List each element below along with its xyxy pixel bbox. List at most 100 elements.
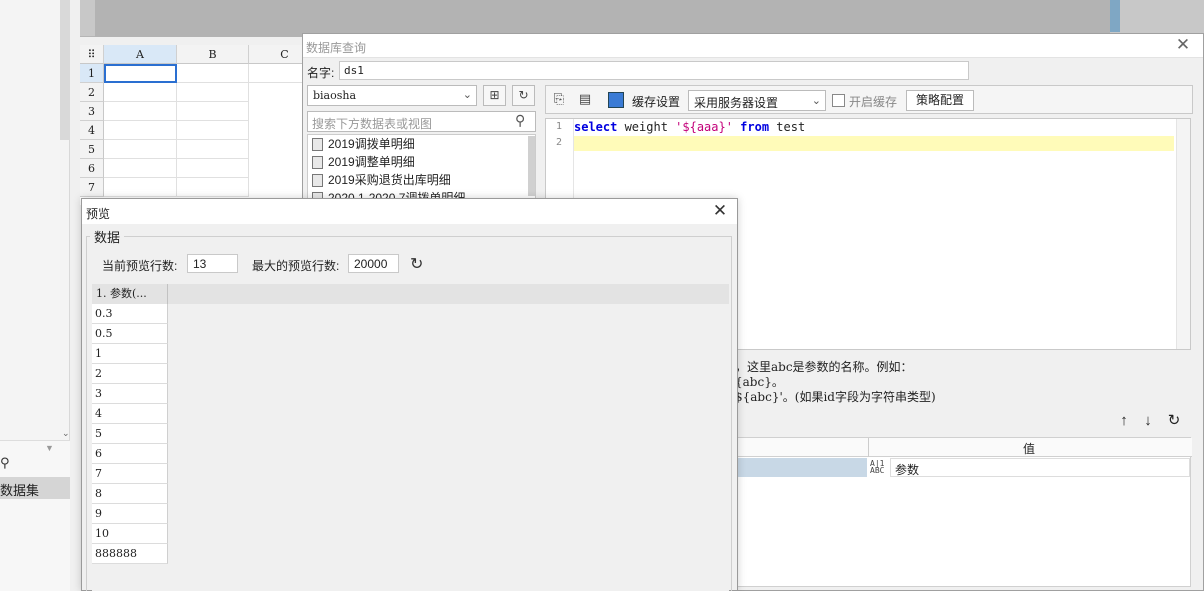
row-header[interactable]: 4 [80,121,104,140]
table-name: 2019调拨单明细 [328,137,415,151]
table-browser: biaosha ⌄ ⊞ ↻ 搜索下方数据表或视图 ⚲ 2019调拨单明细 201… [307,85,539,205]
value-column-header: 值 [1022,442,1035,456]
cell[interactable] [177,159,249,178]
row-header[interactable]: 1 [80,64,104,83]
list-item[interactable]: 2019采购退货出库明细 [308,171,528,189]
editor-scrollbar[interactable] [1176,119,1190,349]
grid-header-band [92,284,729,304]
close-icon[interactable]: ✕ [710,201,730,221]
parameter-table: 值 A|1 ABC 参数 [735,437,1192,587]
arrow-up-icon[interactable]: ↑ [1115,412,1133,430]
row-header[interactable]: 7 [80,178,104,197]
refresh-icon[interactable]: ↻ [1165,412,1183,430]
table-list: 2019调拨单明细 2019调整单明细 2019采购退货出库明细 2020.1-… [307,134,536,204]
current-rows-label: 当前预览行数: [102,259,178,273]
row-header[interactable]: 2 [80,83,104,102]
triangle-down-icon[interactable]: ▼ [45,443,54,453]
table-row[interactable]: 5 [92,424,168,444]
table-name: 2019采购退货出库明细 [328,173,451,187]
parameter-name-cell[interactable] [736,458,867,477]
max-rows-label: 最大的预览行数: [252,259,340,273]
enable-cache-label: 开启缓存 [849,95,898,109]
cell[interactable] [177,64,249,83]
table-row[interactable]: 3 [92,384,168,404]
col-header-b[interactable]: B [177,45,249,64]
search-icon[interactable]: ⚲ [0,455,10,471]
table-row[interactable]: 6 [92,444,168,464]
parameter-value-field[interactable]: 参数 [890,458,1190,477]
table-row[interactable]: 0.3 [92,304,168,324]
connection-value: biaosha [313,89,357,102]
max-rows-input[interactable]: 20000 [348,254,399,273]
preview-dialog: 预览 ✕ 数据 当前预览行数: 13 最大的预览行数: 20000 ↻ 1. 参… [81,198,738,591]
table-row[interactable]: 4 [92,404,168,424]
list-item[interactable]: 2019调整单明细 [308,153,528,171]
table-name: 2019调整单明细 [328,155,415,169]
arrow-down-icon[interactable]: ↓ [1139,412,1157,430]
line-number: 2 [555,137,562,148]
table-row[interactable]: 9 [92,504,168,524]
string-type-icon[interactable]: A|1 ABC [870,460,890,475]
list-item[interactable]: 2019调拨单明细 [308,135,528,153]
hint-line: ，这里abc是参数的名称。例如： [735,360,913,374]
search-document-icon[interactable]: ⎘ [550,90,568,108]
cell[interactable] [177,83,249,102]
cell[interactable] [177,178,249,197]
sql-keyword: select [574,120,618,134]
table-row[interactable]: 10 [92,524,168,544]
cell[interactable] [104,102,177,121]
table-row[interactable]: 2 [92,364,168,384]
table-row[interactable]: 8 [92,484,168,504]
refresh-icon[interactable]: ↻ [410,254,423,274]
col-header-a[interactable]: A [104,45,177,64]
sql-parameter: '${aaa}' [675,120,733,134]
table-row[interactable]: 7 [92,464,168,484]
table-row[interactable]: 1 [92,344,168,364]
table-icon [312,174,323,187]
spreadsheet: ⠿ A B C 1 2 3 4 5 6 7 [80,45,321,205]
cell[interactable] [177,140,249,159]
parameter-hint: ，这里abc是参数的名称。例如： {abc}。 ${abc}'。(如果id字段为… [735,360,936,405]
line-number: 1 [555,121,562,132]
cell[interactable] [104,178,177,197]
dataset-label: 数据集 [0,483,40,498]
table-row[interactable]: 888888 [92,544,168,564]
cell-a1-selected[interactable] [104,64,177,83]
cache-settings-icon[interactable] [608,92,624,108]
table-row[interactable]: 0.5 [92,324,168,344]
refresh-icon[interactable]: ↻ [512,85,535,106]
preview-table-icon[interactable]: ⊞ [483,85,506,106]
sql-line[interactable]: select weight '${aaa}' from test [574,120,805,134]
column-header[interactable]: 1. 参数(... [92,284,168,304]
row-header[interactable]: 6 [80,159,104,178]
canvas-inner [95,0,1110,37]
table-icon [312,156,323,169]
left-scrollbar[interactable] [60,0,70,140]
cell[interactable] [104,83,177,102]
cell[interactable] [177,121,249,140]
name-input[interactable]: ds1 [339,61,969,80]
save-icon[interactable]: ▤ [576,90,594,108]
dataset-item[interactable]: 数据集 [0,477,70,499]
preview-grid: 1. 参数(... 0.3 0.5 1 2 3 4 5 6 7 8 9 10 8… [92,284,729,591]
server-setting-select[interactable]: 采用服务器设置 ⌄ [688,90,826,111]
cell[interactable] [104,121,177,140]
close-icon[interactable]: ✕ [1173,35,1193,55]
strategy-config-button[interactable]: 策略配置 [906,90,974,111]
cell[interactable] [104,159,177,178]
connection-select[interactable]: biaosha ⌄ [307,85,477,106]
current-rows-input[interactable]: 13 [187,254,238,273]
enable-cache-checkbox[interactable] [832,94,845,107]
sheet-corner[interactable]: ⠿ [80,45,104,64]
data-group-label: 数据 [90,227,125,246]
cell[interactable] [104,140,177,159]
sql-keyword: from [732,120,770,134]
chevron-down-icon[interactable]: ⌄ [62,428,70,439]
cell[interactable] [177,102,249,121]
table-search-input[interactable]: 搜索下方数据表或视图 [307,111,536,132]
row-header[interactable]: 5 [80,140,104,159]
search-icon[interactable]: ⚲ [515,112,525,129]
cache-settings-label[interactable]: 缓存设置 [632,93,680,110]
row-header[interactable]: 3 [80,102,104,121]
table-list-scrollbar[interactable] [528,136,535,196]
